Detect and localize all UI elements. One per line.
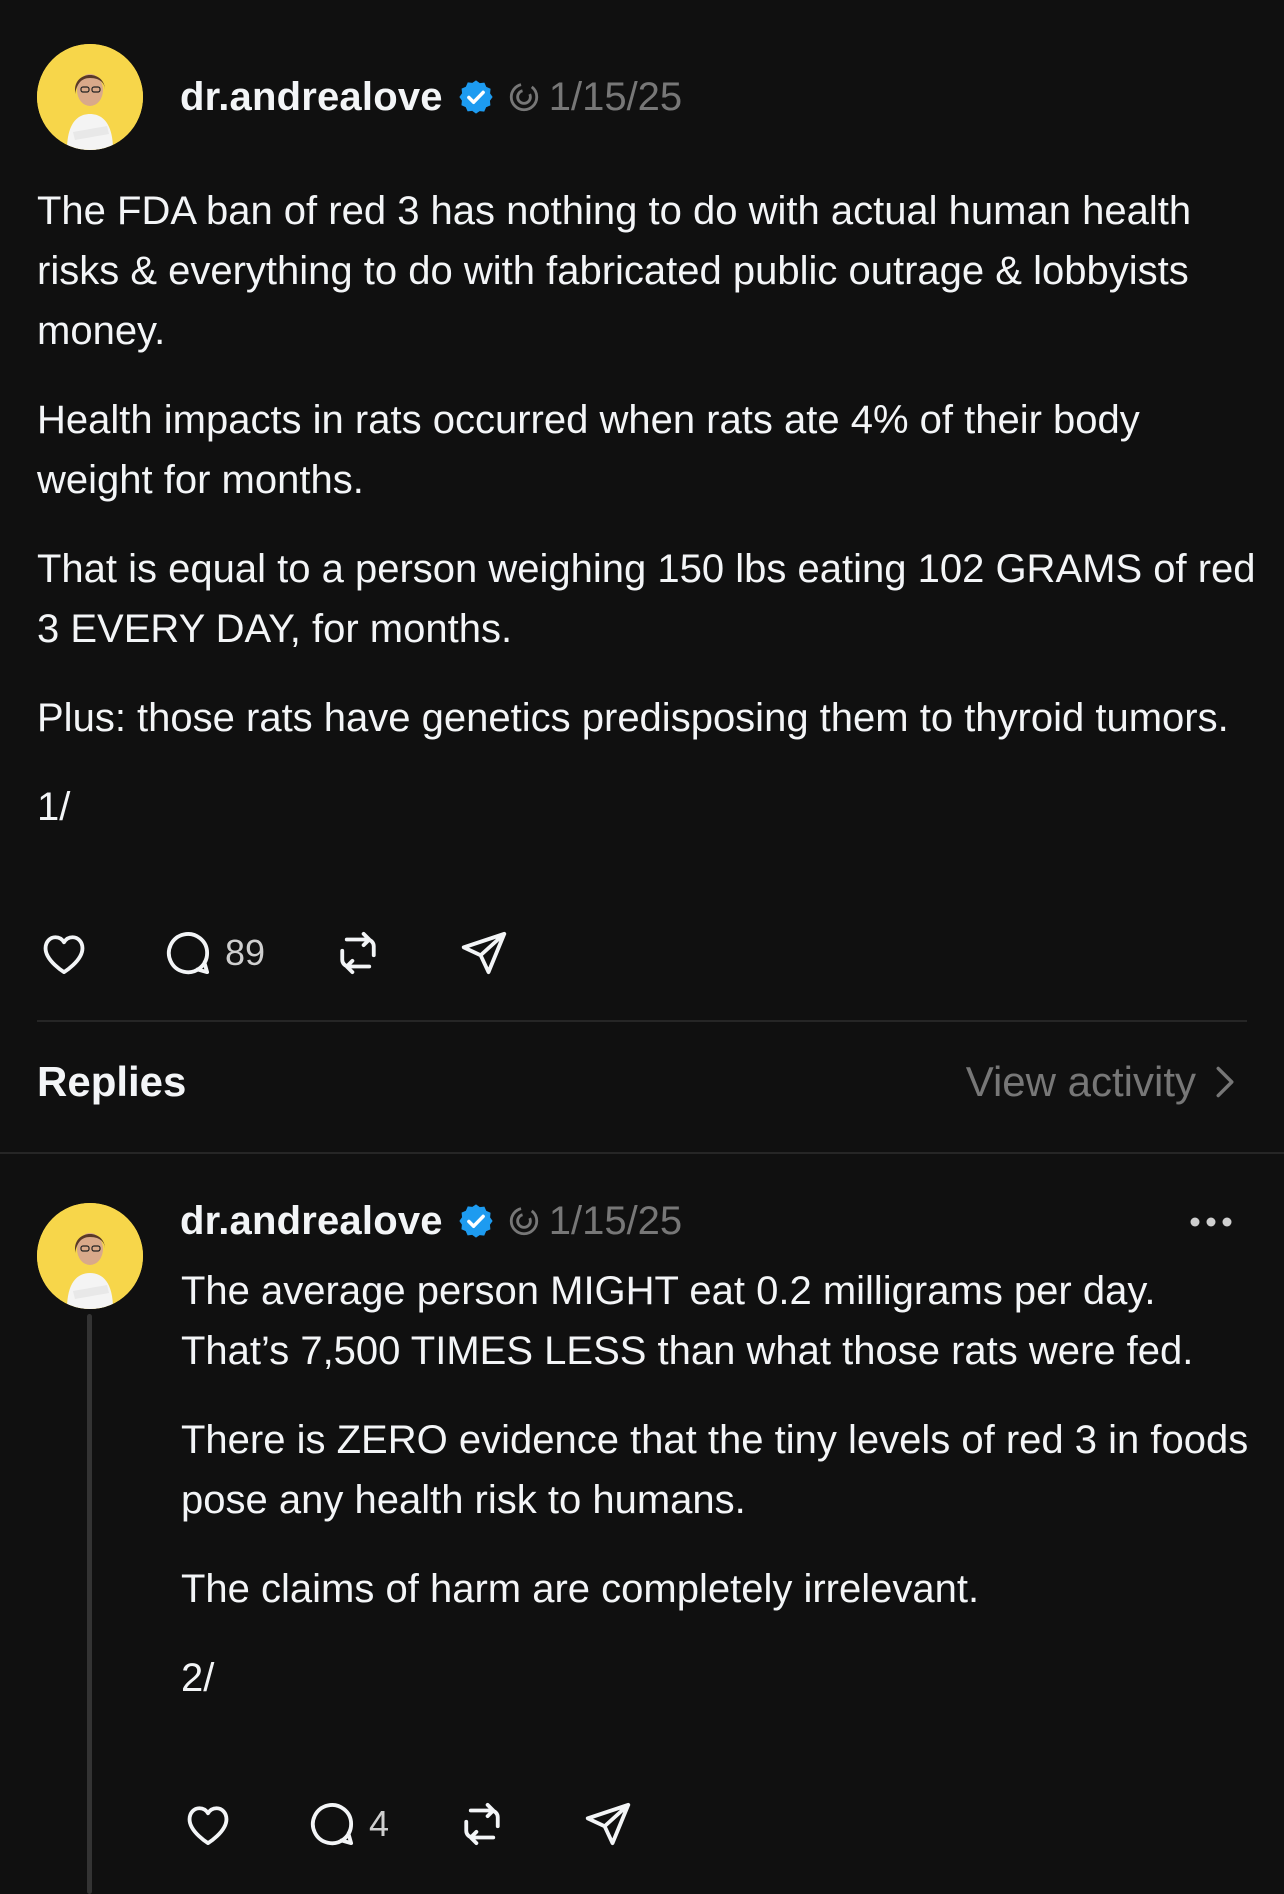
view-activity-label: View activity xyxy=(965,1058,1196,1105)
share-button[interactable] xyxy=(457,926,511,980)
repost-button[interactable] xyxy=(331,926,385,980)
reply-username[interactable]: dr.andrealove xyxy=(180,1199,443,1244)
reply-avatar[interactable] xyxy=(37,1203,143,1309)
comment-bubble-icon xyxy=(166,932,210,975)
repost-icon xyxy=(340,931,376,975)
heart-icon xyxy=(43,935,85,975)
send-icon xyxy=(585,1802,631,1846)
post-paragraph: That is equal to a person weighing 150 l… xyxy=(37,547,1256,651)
reply-paragraph: There is ZERO evidence that the tiny lev… xyxy=(181,1418,1249,1522)
verified-badge-icon xyxy=(457,1202,495,1240)
post-body: The FDA ban of red 3 has nothing to do w… xyxy=(37,181,1257,866)
threads-logo-icon xyxy=(507,80,541,114)
reply-thread-index: 2/ xyxy=(181,1656,215,1700)
thread-connector-line xyxy=(87,1314,92,1894)
threads-logo-icon xyxy=(507,1204,541,1238)
post-actions: 89 xyxy=(37,923,511,983)
divider xyxy=(0,1152,1284,1154)
more-options-button[interactable] xyxy=(1186,1204,1236,1240)
reply-actions: 4 xyxy=(181,1794,635,1854)
post-username[interactable]: dr.andrealove xyxy=(180,75,443,120)
send-icon xyxy=(461,931,507,975)
post-paragraph: Health impacts in rats occurred when rat… xyxy=(37,398,1140,502)
share-button[interactable] xyxy=(581,1797,635,1851)
like-button[interactable] xyxy=(37,926,91,980)
reply-count: 4 xyxy=(369,1803,390,1844)
post-paragraph: Plus: those rats have genetics predispos… xyxy=(37,696,1229,740)
comment-bubble-icon xyxy=(310,1803,354,1846)
view-activity-link[interactable]: View activity xyxy=(966,1058,1236,1106)
avatar[interactable] xyxy=(37,44,143,150)
divider xyxy=(37,1020,1247,1022)
more-dots-icon xyxy=(1190,1217,1232,1227)
repost-icon xyxy=(464,1802,500,1846)
reply-paragraph: The average person MIGHT eat 0.2 milligr… xyxy=(181,1269,1194,1373)
replies-heading: Replies xyxy=(37,1058,187,1105)
verified-badge-icon xyxy=(457,78,495,116)
heart-icon xyxy=(187,1806,229,1846)
comment-button[interactable]: 89 xyxy=(161,926,265,980)
like-button[interactable] xyxy=(181,1797,235,1851)
comment-button[interactable]: 4 xyxy=(305,1797,389,1851)
post-paragraph: The FDA ban of red 3 has nothing to do w… xyxy=(37,189,1192,353)
chevron-right-icon xyxy=(1216,1066,1234,1098)
post-author-row: dr.andrealove 1/15/25 xyxy=(180,67,682,127)
post-thread-index: 1/ xyxy=(37,785,71,829)
reply-body: The average person MIGHT eat 0.2 milligr… xyxy=(181,1261,1261,1737)
repost-button[interactable] xyxy=(455,1797,509,1851)
reply-count: 89 xyxy=(225,932,266,973)
post-date: 1/15/25 xyxy=(548,74,683,119)
reply-paragraph: The claims of harm are completely irrele… xyxy=(181,1567,980,1611)
reply-date: 1/15/25 xyxy=(548,1198,683,1243)
reply-author-row: dr.andrealove 1/15/25 xyxy=(180,1191,682,1251)
